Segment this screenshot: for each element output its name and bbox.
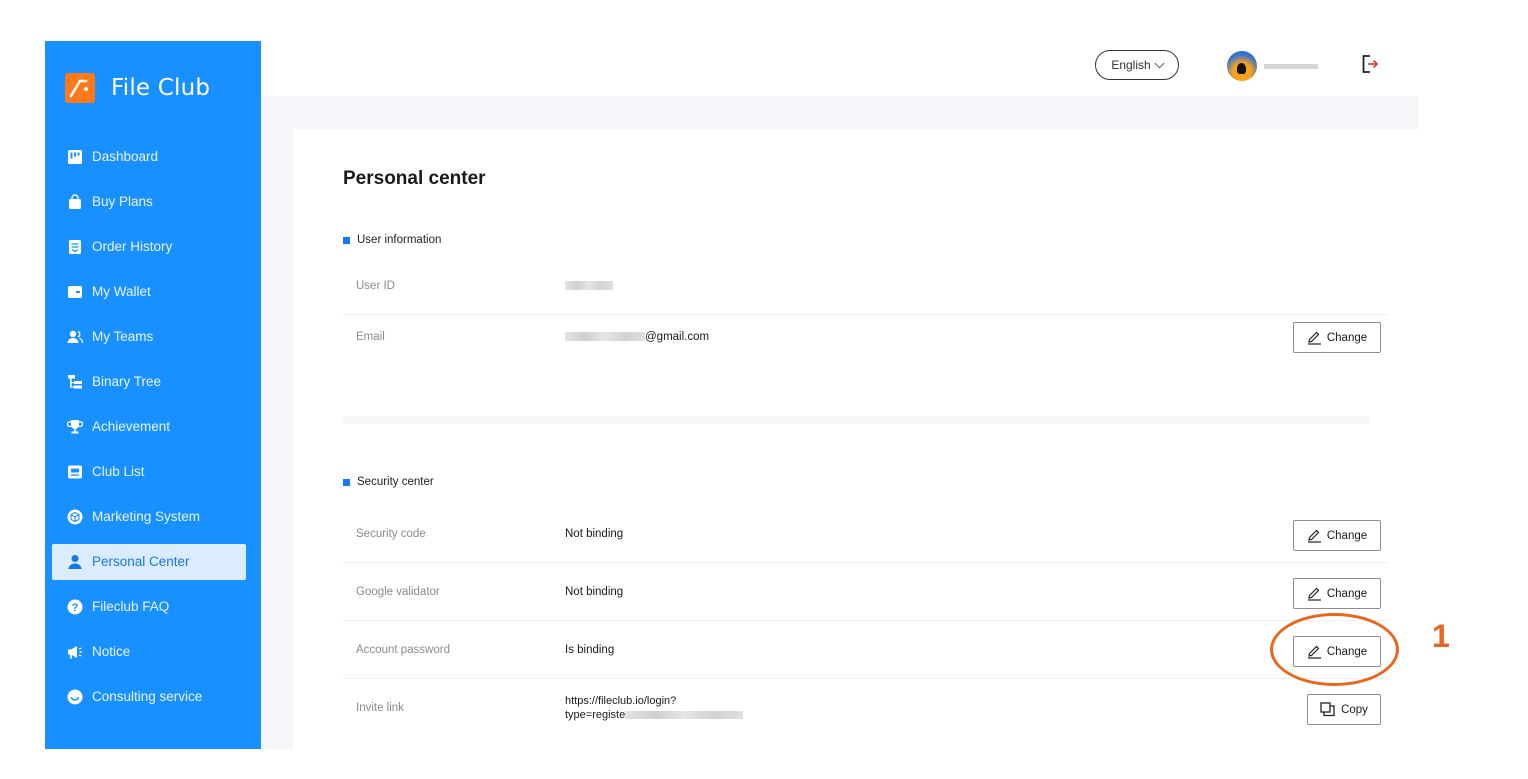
sidebar-item-achievement[interactable]: Achievement (45, 404, 261, 449)
edit-icon (1307, 587, 1321, 601)
shopping-bag-icon (69, 193, 81, 209)
sidebar-nav: Dashboard Buy Plans Order History My Wal… (45, 134, 261, 719)
file-club-logo-icon (65, 73, 95, 103)
wallet-icon (68, 285, 82, 298)
sidebar-item-notice[interactable]: Notice (45, 629, 261, 674)
sidebar-item-label: Dashboard (92, 149, 159, 164)
invite-link-line1: https://fileclub.io/login? (565, 695, 677, 707)
sidebar-item-label: Personal Center (92, 554, 190, 569)
button-label: Change (1326, 587, 1368, 600)
app-window: File Club Dashboard Buy Plans Order Hist… (45, 41, 1418, 749)
dashboard-icon (68, 149, 82, 164)
email-label: Email (356, 331, 385, 343)
copy-invite-link-button[interactable]: Copy (1307, 694, 1381, 725)
button-label: Change (1326, 529, 1368, 542)
sidebar-item-label: Buy Plans (92, 194, 153, 209)
chat-icon (67, 689, 83, 704)
chevron-down-icon (1154, 58, 1165, 68)
security-code-status: Not binding (565, 528, 624, 540)
avatar[interactable] (1227, 51, 1257, 81)
sidebar-item-label: Binary Tree (92, 374, 162, 389)
sidebar-item-binary-tree[interactable]: Binary Tree (45, 359, 261, 404)
sidebar-item-order-history[interactable]: Order History (45, 224, 261, 269)
account-password-label: Account password (356, 644, 450, 656)
question-icon: ? (67, 599, 83, 614)
sidebar-item-club-list[interactable]: Club List (45, 449, 261, 494)
sidebar-item-my-teams[interactable]: My Teams (45, 314, 261, 359)
google-validator-label: Google validator (356, 586, 440, 598)
user-icon (68, 554, 82, 569)
section-title: User information (357, 234, 442, 246)
section-title: Security center (357, 476, 434, 488)
change-email-button[interactable]: Change (1293, 322, 1381, 353)
row-google-validator: Google validator Not binding Change (343, 564, 1388, 621)
sidebar-item-label: Order History (92, 239, 173, 254)
email-value: @gmail.com (565, 309, 709, 366)
change-security-code-button[interactable]: Change (1293, 520, 1381, 551)
section-marker (343, 236, 350, 244)
change-google-validator-button[interactable]: Change (1293, 578, 1381, 609)
sidebar-item-personal-center[interactable]: Personal Center (45, 539, 261, 584)
sidebar-item-marketing-system[interactable]: Marketing System (45, 494, 261, 539)
account-password-status: Is binding (565, 644, 615, 656)
svg-text:?: ? (72, 602, 79, 614)
sidebar-item-label: Marketing System (92, 509, 201, 524)
sidebar-item-label: My Wallet (92, 284, 151, 299)
section-marker (343, 478, 350, 486)
section-user-information: User information (343, 234, 441, 246)
language-label: English (1111, 58, 1151, 72)
trophy-icon (67, 419, 83, 433)
annotation-step-number: 1 (1432, 618, 1450, 654)
annotation-highlight-ellipse (1270, 613, 1399, 686)
row-account-password: Account password Is binding Change (343, 622, 1388, 679)
button-label: Copy (1341, 703, 1368, 716)
email-domain: @gmail.com (645, 331, 710, 343)
invite-link-label: Invite link (356, 702, 404, 714)
page-title: Personal center (343, 168, 486, 189)
tree-icon (68, 374, 82, 388)
user-id-label: User ID (356, 280, 395, 292)
invite-link-line2: type=registe (565, 709, 626, 721)
sidebar-item-label: Consulting service (92, 689, 203, 704)
section-divider (343, 416, 1370, 424)
logout-icon[interactable] (1361, 54, 1379, 74)
sidebar-item-label: Achievement (92, 419, 171, 434)
username-redacted[interactable] (1264, 64, 1318, 69)
sidebar-item-label: My Teams (92, 329, 154, 344)
sidebar: File Club Dashboard Buy Plans Order Hist… (45, 41, 261, 749)
sidebar-item-label: Fileclub FAQ (92, 599, 170, 614)
logo[interactable]: File Club (65, 73, 210, 103)
app-name: File Club (111, 75, 211, 101)
language-selector[interactable]: English (1095, 50, 1179, 80)
megaphone-icon (68, 645, 82, 658)
section-security-center: Security center (343, 476, 434, 488)
edit-icon (1307, 331, 1321, 345)
personal-center-panel: Personal center User information User ID… (293, 129, 1418, 749)
cube-icon (67, 509, 83, 524)
sidebar-item-fileclub-faq[interactable]: ? Fileclub FAQ (45, 584, 261, 629)
row-user-id: User ID (343, 258, 1388, 315)
top-bar: English (261, 41, 1418, 96)
row-security-code: Security code Not binding Change (343, 506, 1388, 563)
edit-icon (1307, 529, 1321, 543)
row-email: Email @gmail.com Change (343, 309, 1388, 366)
button-label: Change (1326, 331, 1368, 344)
google-validator-status: Not binding (565, 586, 624, 598)
sidebar-item-label: Notice (92, 644, 131, 659)
sidebar-item-label: Club List (92, 464, 145, 479)
security-code-label: Security code (356, 528, 426, 540)
copy-icon (1320, 702, 1335, 717)
club-list-icon (68, 465, 82, 478)
sidebar-item-buy-plans[interactable]: Buy Plans (45, 179, 261, 224)
invite-link-value[interactable]: https://fileclub.io/login? type=registe (565, 694, 744, 722)
sidebar-item-dashboard[interactable]: Dashboard (45, 134, 261, 179)
order-list-icon (69, 239, 81, 254)
row-invite-link: Invite link https://fileclub.io/login? t… (343, 680, 1388, 737)
team-icon (67, 330, 83, 343)
sidebar-item-consulting-service[interactable]: Consulting service (45, 674, 261, 719)
sidebar-item-my-wallet[interactable]: My Wallet (45, 269, 261, 314)
user-id-value-redacted (565, 258, 613, 315)
